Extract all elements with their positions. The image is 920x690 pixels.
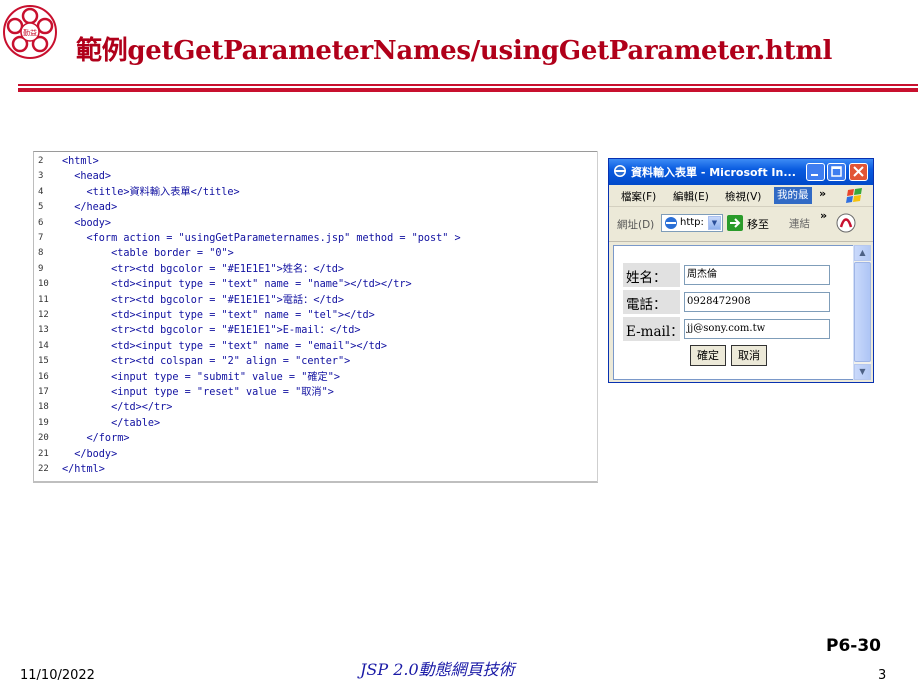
- code-text: <table border = "0">: [62, 248, 234, 260]
- menu-favorites[interactable]: 我的最: [774, 187, 812, 204]
- scroll-down-icon[interactable]: ▼: [854, 364, 871, 380]
- go-button[interactable]: 移至: [747, 216, 769, 232]
- title-rule-thick: [18, 88, 918, 92]
- line-number: 3: [38, 171, 44, 182]
- code-text: </form>: [62, 433, 130, 445]
- line-number: 20: [38, 433, 49, 444]
- code-text: <html>: [62, 156, 99, 167]
- line-number: 2: [38, 156, 44, 166]
- code-text: <tr><td bgcolor = "#E1E1E1">姓名：</td>: [62, 263, 345, 275]
- code-text: </html>: [62, 464, 105, 475]
- line-number: 19: [38, 417, 49, 428]
- line-number: 10: [38, 279, 49, 290]
- footer-date: 11/10/2022: [20, 668, 95, 683]
- line-number: 9: [38, 263, 44, 274]
- slide-title: 範例getGetParameterNames/usingGetParameter…: [76, 36, 833, 66]
- close-button[interactable]: [849, 163, 868, 181]
- code-listing: 2 <html> 3 <head> 4 <title>資料輸入表單</title> 5 …: [33, 151, 598, 482]
- code-text: </td></tr>: [62, 402, 173, 414]
- code-text: </head>: [62, 202, 118, 214]
- minimize-button[interactable]: [806, 163, 825, 181]
- ie-logo-icon: [614, 165, 626, 177]
- line-number: 16: [38, 371, 49, 382]
- code-text: <tr><td colspan = "2" align = "center">: [62, 356, 351, 368]
- address-input[interactable]: http: ▼: [661, 214, 723, 232]
- footer-course-title: JSP 2.0動態網頁技術: [360, 660, 515, 679]
- line-number: 17: [38, 387, 49, 397]
- line-number: 21: [38, 448, 49, 459]
- page-number: 3: [878, 668, 887, 683]
- email-label: E-mail：: [626, 324, 684, 340]
- email-input[interactable]: jj@sony.com.tw: [684, 319, 830, 339]
- code-border-right: [597, 151, 598, 482]
- tel-label: 電話：: [626, 297, 667, 313]
- school-logo: 勤益: [3, 5, 57, 59]
- code-text: </body>: [62, 448, 118, 460]
- address-bar: 網址(D) http: ▼ 移至 連結 »: [609, 207, 873, 242]
- page-icon: [665, 217, 677, 229]
- code-border-bottom: [33, 481, 598, 483]
- tel-input[interactable]: 0928472908: [684, 292, 830, 312]
- slide-code: P6-30: [826, 636, 882, 656]
- links-chevron[interactable]: »: [820, 209, 827, 222]
- code-text: <body>: [62, 217, 112, 229]
- title-rule-thin: [18, 84, 918, 86]
- line-number: 14: [38, 340, 49, 351]
- name-label: 姓名：: [626, 270, 667, 286]
- code-text: <input type = "submit" value = "確定">: [62, 371, 340, 383]
- code-text: <tr><td bgcolor = "#E1E1E1">電話：</td>: [62, 294, 345, 306]
- acrobat-icon[interactable]: [835, 211, 857, 235]
- menu-view[interactable]: 檢視(V): [725, 189, 761, 204]
- maximize-icon: [831, 166, 842, 177]
- line-number: 15: [38, 356, 49, 367]
- minimize-icon: [811, 174, 818, 176]
- vertical-scrollbar[interactable]: ▲ ▼: [853, 245, 871, 380]
- close-icon: [853, 166, 864, 177]
- windows-flag-icon: [846, 188, 862, 203]
- address-value: http:: [680, 217, 704, 228]
- line-number: 7: [38, 233, 44, 243]
- links-label[interactable]: 連結: [789, 216, 810, 231]
- code-text: <td><input type = "text" name = "email">…: [62, 340, 388, 352]
- code-text: <title>資料輸入表單</title>: [62, 186, 240, 198]
- code-text: <head>: [62, 171, 112, 183]
- menu-chevron[interactable]: »: [819, 187, 826, 200]
- code-text: <td><input type = "text" name = "tel"></…: [62, 310, 375, 321]
- line-number: 11: [38, 294, 49, 305]
- line-number: 13: [38, 325, 49, 336]
- line-number: 12: [38, 310, 49, 320]
- address-dropdown-icon[interactable]: ▼: [708, 216, 721, 230]
- menu-edit[interactable]: 編輯(E): [673, 189, 709, 204]
- browser-title-bar[interactable]: 資料輸入表單 - Microsoft In...: [609, 159, 873, 185]
- svg-text:勤益: 勤益: [23, 28, 37, 37]
- line-number: 22: [38, 464, 49, 474]
- scroll-up-icon[interactable]: ▲: [854, 245, 871, 261]
- code-text: <td><input type = "text" name = "name"><…: [62, 279, 412, 291]
- go-arrow-icon[interactable]: [727, 215, 743, 231]
- menu-bar: 檔案(F) 編輯(E) 檢視(V) 我的最 »: [609, 186, 873, 207]
- line-number: 5: [38, 202, 44, 213]
- menu-file[interactable]: 檔案(F): [621, 189, 656, 204]
- submit-button[interactable]: 確定: [690, 345, 726, 366]
- line-number: 8: [38, 248, 44, 259]
- code-text: <input type = "reset" value = "取消">: [62, 387, 334, 398]
- code-text: <tr><td bgcolor = "#E1E1E1">E-mail：</td>: [62, 325, 361, 337]
- code-text: <form action = "usingGetParameternames.j…: [62, 233, 461, 244]
- code-text: </table>: [62, 417, 161, 429]
- maximize-button[interactable]: [827, 163, 846, 181]
- reset-button[interactable]: 取消: [731, 345, 767, 366]
- address-label: 網址(D): [617, 219, 655, 231]
- scroll-thumb[interactable]: [854, 262, 871, 362]
- line-number: 6: [38, 217, 44, 228]
- browser-title-text: 資料輸入表單 - Microsoft In...: [631, 166, 796, 179]
- line-number: 18: [38, 402, 49, 413]
- name-input[interactable]: 周杰倫: [684, 265, 830, 285]
- line-number: 4: [38, 186, 44, 197]
